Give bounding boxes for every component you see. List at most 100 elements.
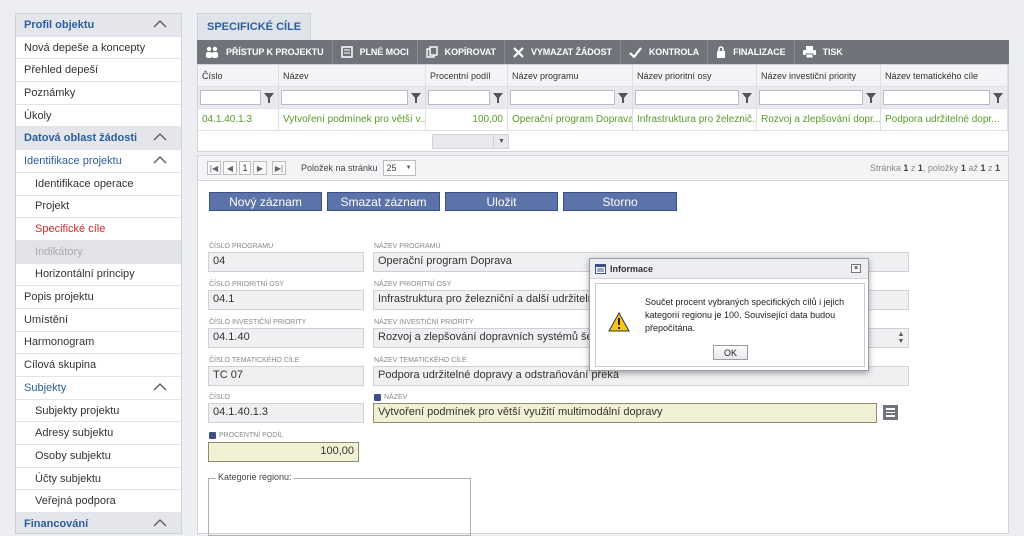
column-header[interactable]: Název xyxy=(279,65,426,86)
sidebar-item-22[interactable]: Financování xyxy=(16,513,181,533)
column-header[interactable]: Číslo xyxy=(198,65,279,86)
copy-icon xyxy=(425,46,438,58)
column-filter xyxy=(279,87,426,108)
chevron-up-icon[interactable] xyxy=(153,155,167,165)
number-field[interactable]: 04.1.40.1.3 xyxy=(208,403,364,423)
filter-input[interactable] xyxy=(510,90,615,105)
per-page-select[interactable]: 25 ▼ xyxy=(382,160,416,176)
chevron-up-icon[interactable] xyxy=(153,518,167,528)
cancel-button[interactable]: Storno xyxy=(563,192,677,211)
sidebar-item-9[interactable]: Specifické cíle xyxy=(16,218,181,241)
table-header: Číslo Název Procentní podíl Název programu N… xyxy=(198,65,1008,87)
sidebar-item-6[interactable]: Identifikace projektu xyxy=(16,150,181,173)
name-label: NÁZEV xyxy=(384,394,408,401)
sidebar-item-16[interactable]: Subjekty xyxy=(16,377,181,400)
table-row[interactable]: 04.1.40.1.3 Vytvoření podmínek pro větší … xyxy=(198,109,1008,131)
share-field[interactable]: 100,00 xyxy=(208,442,359,462)
column-header[interactable]: Název prioritní osy xyxy=(633,65,757,86)
check-button[interactable]: KONTROLA xyxy=(621,40,709,64)
filter-icon[interactable] xyxy=(263,92,275,104)
sidebar-item-12[interactable]: Popis projektu xyxy=(16,286,181,309)
last-page-icon[interactable]: ▶| xyxy=(272,161,286,175)
delete-application-button[interactable]: VYMAZAT ŽÁDOST xyxy=(505,40,621,64)
axis-no-field[interactable]: 04.1 xyxy=(208,290,364,310)
sidebar-item-20[interactable]: Účty subjektu xyxy=(16,468,181,491)
power-of-attorney-button[interactable]: PLNÉ MOCI xyxy=(333,40,418,64)
sum-g: až xyxy=(965,163,981,173)
access-button[interactable]: PŘÍSTUP K PROJEKTU xyxy=(197,40,333,64)
sidebar-item-7[interactable]: Identifikace operace xyxy=(16,173,181,196)
sidebar-item-10[interactable]: Indikátory xyxy=(16,240,181,264)
chevron-up-icon[interactable] xyxy=(153,382,167,392)
column-header[interactable]: Název investiční priority xyxy=(757,65,881,86)
number-label: ČÍSLO xyxy=(209,394,231,401)
ok-button[interactable]: OK xyxy=(713,345,748,360)
name-field[interactable]: Vytvoření podmínek pro větší využití mul… xyxy=(373,403,877,423)
tab-specificke-cile[interactable]: SPECIFICKÉ CÍLE xyxy=(197,13,312,40)
list-icon[interactable] xyxy=(883,405,898,420)
scroll-down-icon[interactable]: ▼ xyxy=(493,134,509,149)
sidebar-item-label: Cílová skupina xyxy=(24,359,97,372)
sidebar-item-label: Identifikace operace xyxy=(35,177,134,190)
sidebar-item-19[interactable]: Osoby subjektu xyxy=(16,445,181,468)
sidebar-item-label: Adresy subjektu xyxy=(35,427,114,440)
finalize-label: FINALIZACE xyxy=(733,47,786,57)
finalize-button[interactable]: FINALIZACE xyxy=(708,40,795,64)
filter-input[interactable] xyxy=(635,90,739,105)
table-cell: Operační program Doprava xyxy=(508,109,633,130)
sidebar-item-1[interactable]: Nová depeše a koncepty xyxy=(16,37,181,60)
copy-button[interactable]: KOPÍROVAT xyxy=(418,40,505,64)
priority-name-label: NÁZEV INVESTIČNÍ PRIORITY xyxy=(374,319,474,326)
sidebar-item-14[interactable]: Harmonogram xyxy=(16,332,181,355)
sidebar-item-11[interactable]: Horizontální principy xyxy=(16,264,181,287)
goal-no-field[interactable]: TC 07 xyxy=(208,366,364,386)
filter-input[interactable] xyxy=(200,90,261,105)
page-number-input[interactable]: 1 xyxy=(239,161,251,175)
stepper-icon[interactable]: ▲ ▼ xyxy=(895,331,907,347)
filter-icon[interactable] xyxy=(992,92,1004,104)
sidebar-item-label: Datová oblast žádosti xyxy=(24,132,138,145)
filter-input[interactable] xyxy=(759,90,863,105)
sidebar-item-15[interactable]: Cílová skupina xyxy=(16,354,181,377)
region-legend: Kategorie regionu: xyxy=(216,472,294,482)
access-label: PŘÍSTUP K PROJEKTU xyxy=(226,47,324,57)
program-no-field[interactable]: 04 xyxy=(208,252,364,272)
sidebar-item-5[interactable]: Datová oblast žádosti xyxy=(16,127,181,151)
column-header[interactable]: Procentní podíl xyxy=(426,65,508,86)
sidebar-item-8[interactable]: Projekt xyxy=(16,196,181,219)
print-button[interactable]: TISK xyxy=(795,40,851,64)
filter-icon[interactable] xyxy=(492,92,504,104)
next-page-icon[interactable]: ▶ xyxy=(253,161,267,175)
per-page-value: 25 xyxy=(386,163,397,173)
filter-icon[interactable] xyxy=(741,92,753,104)
filter-input[interactable] xyxy=(281,90,408,105)
column-header[interactable]: Název tematického cíle xyxy=(881,65,1008,86)
filter-icon[interactable] xyxy=(410,92,422,104)
save-button[interactable]: Uložit xyxy=(445,192,558,211)
filter-icon[interactable] xyxy=(865,92,877,104)
sidebar-item-18[interactable]: Adresy subjektu xyxy=(16,422,181,446)
sidebar-item-3[interactable]: Poznámky xyxy=(16,82,181,105)
toolbar: PŘÍSTUP K PROJEKTU PLNÉ MOCI KOPÍROVAT V… xyxy=(197,40,1009,64)
filter-input[interactable] xyxy=(428,90,490,105)
chevron-up-icon[interactable] xyxy=(153,132,167,142)
column-header[interactable]: Název programu xyxy=(508,65,633,86)
sidebar-item-4[interactable]: Úkoly xyxy=(16,105,181,128)
region-fieldset: Kategorie regionu: xyxy=(208,472,471,536)
sidebar-item-0[interactable]: Profil objektu xyxy=(16,14,181,37)
filter-input[interactable] xyxy=(883,90,990,105)
chevron-up-icon[interactable] xyxy=(153,19,167,29)
close-icon[interactable]: × xyxy=(851,264,861,273)
first-page-icon[interactable]: |◀ xyxy=(207,161,221,175)
document-icon xyxy=(340,46,353,58)
sidebar-item-label: Popis projektu xyxy=(24,291,94,304)
sidebar-item-17[interactable]: Subjekty projektu xyxy=(16,400,181,423)
sidebar-item-13[interactable]: Umístění xyxy=(16,309,181,332)
sidebar-item-2[interactable]: Přehled depeší xyxy=(16,59,181,83)
delete-record-button[interactable]: Smazat záznam xyxy=(327,192,440,211)
filter-icon[interactable] xyxy=(617,92,629,104)
sidebar-item-21[interactable]: Veřejná podpora xyxy=(16,490,181,514)
new-record-button[interactable]: Nový záznam xyxy=(209,192,322,211)
prev-page-icon[interactable]: ◀ xyxy=(223,161,237,175)
priority-no-field[interactable]: 04.1.40 xyxy=(208,328,364,348)
